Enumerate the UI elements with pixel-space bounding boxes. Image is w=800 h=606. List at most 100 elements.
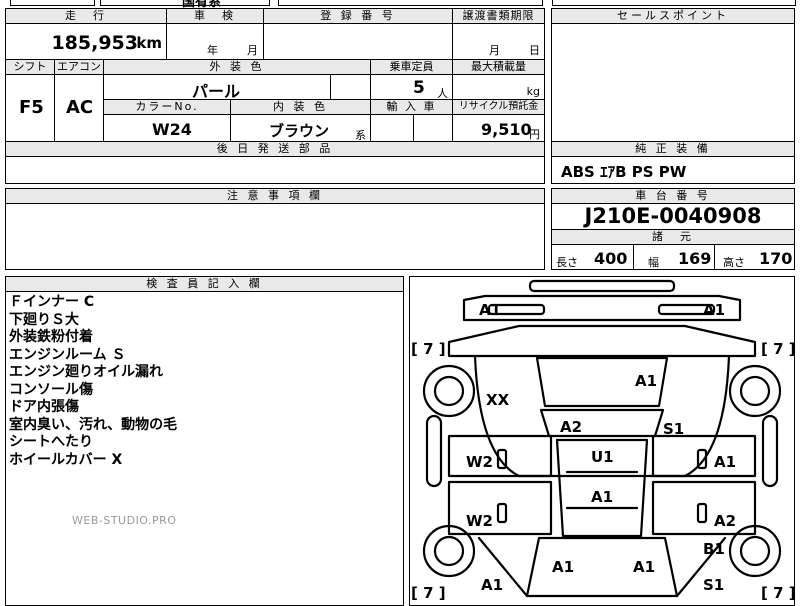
shift-cell: F5	[5, 74, 55, 142]
transfer-month: 月	[489, 44, 500, 57]
inspector-note: 外装鉄粉付着	[9, 329, 93, 345]
max-load-header: 最大積載量	[452, 59, 545, 75]
recycle-header: リサイクル預託金	[452, 99, 545, 115]
damage-label: A1	[635, 372, 657, 390]
damage-label: A2	[560, 418, 582, 436]
spec-width-value: 169	[678, 249, 712, 268]
bracket-label: [ 7 ]	[761, 340, 795, 358]
inspector-note: Ｆインナー C	[9, 294, 95, 310]
capacity-cell: 5 人	[370, 74, 453, 100]
front-right-door-shape	[651, 434, 757, 478]
exterior-header: 外 装 色	[103, 59, 371, 75]
damage-label: S1	[663, 420, 684, 438]
aircon-value: AC	[66, 97, 94, 118]
inspector-note: エンジンルーム Ｓ	[9, 346, 126, 363]
front-left-wheel-shape	[422, 364, 476, 418]
top-partial-box-1	[10, 0, 95, 6]
top-partial-box-3	[278, 0, 543, 6]
inspector-note: エンジン廻りオイル漏れ	[9, 364, 163, 380]
damage-label: A1	[714, 453, 736, 471]
rear-left-door-shape	[447, 480, 553, 536]
damage-label: A1	[479, 301, 501, 319]
chassis-number: J210E-0040908	[584, 204, 762, 228]
left-step-shape	[425, 414, 443, 488]
damage-label: A2	[714, 512, 736, 530]
import-cell-2	[413, 114, 453, 142]
inspector-header: 検 査 員 記 入 欄	[5, 276, 404, 292]
hood-shape	[447, 324, 757, 358]
shift-value: F5	[19, 97, 44, 118]
inspection-cell: 年 月	[166, 23, 264, 60]
color-no-cell: W24	[103, 114, 231, 142]
inspector-note: シートへたり	[9, 434, 93, 450]
front-left-door-shape	[447, 434, 553, 478]
inspector-notes: Ｆインナー C 下廻りＳ大 外装鉄粉付着 エンジンルーム Ｓ エンジン廻りオイル…	[9, 294, 177, 469]
registration-cell	[263, 23, 453, 60]
aircon-header: エアコン	[54, 59, 104, 75]
mileage-value: 185,953	[51, 32, 138, 54]
spec-length-label: 長さ	[556, 256, 578, 269]
inspector-note: ドア内張傷	[9, 399, 79, 415]
registration-header: 登 録 番 号	[263, 8, 453, 24]
color-no-header: カラーNo.	[103, 99, 231, 115]
roof-rack-shape	[528, 279, 676, 293]
spec-width-label: 幅	[648, 256, 659, 269]
transfer-cell: 月 日	[452, 23, 545, 60]
max-load-unit: kg	[526, 85, 540, 98]
damage-label: A1	[552, 558, 574, 576]
recycle-cell: 9,510 円	[452, 114, 545, 142]
bracket-label: [ 7 ]	[761, 584, 795, 600]
mileage-unit: km	[136, 34, 162, 52]
shift-header: シフト	[5, 59, 55, 75]
inspection-month: 月	[247, 44, 258, 57]
sales-point-box	[551, 8, 795, 184]
damage-label: A1	[481, 576, 503, 594]
inspector-note: 室内臭い、汚れ、動物の毛	[9, 416, 178, 433]
interior-header: 内 装 色	[230, 99, 371, 115]
top-partial-box-4	[552, 0, 796, 6]
exterior-cell: パール	[103, 74, 331, 101]
equipment-value: ABS ｴｱB PS PW	[561, 163, 687, 181]
max-load-cell: kg	[452, 74, 545, 100]
spec-height-label: 高さ	[723, 256, 745, 269]
exterior-extra-cell	[330, 74, 371, 100]
car-diagram: [ 7 ] [ 7 ] [ 7 ] [ 7 ] A1 A1 A1 XX A2 S…	[411, 279, 795, 600]
capacity-value: 5	[413, 78, 425, 98]
damage-label: XX	[486, 391, 510, 409]
inspector-note: ホイールカバー X	[9, 451, 123, 468]
capacity-header: 乗車定員	[370, 59, 453, 75]
transfer-header: 譲渡書類期限	[452, 8, 545, 24]
mileage-cell: 185,953 km	[5, 23, 167, 60]
damage-label: B1	[703, 540, 725, 558]
damage-label: S1	[703, 576, 724, 594]
aircon-cell: AC	[54, 74, 104, 142]
right-step-shape	[761, 414, 779, 488]
color-no-value: W24	[152, 120, 192, 139]
import-cell-1	[370, 114, 414, 142]
damage-label: W2	[466, 512, 493, 530]
equipment-header: 純 正 装 備	[551, 141, 795, 157]
sales-point-header: セールスポイント	[551, 8, 795, 24]
front-right-wheel-shape	[728, 364, 782, 418]
transfer-day: 日	[529, 44, 540, 57]
front-bumper-shape	[462, 294, 742, 322]
rear-right-door-shape	[651, 480, 757, 536]
recycle-value: 9,510	[481, 120, 532, 139]
import-header: 輸 入 車	[370, 99, 453, 115]
specs-header: 諸 元	[551, 229, 795, 245]
spec-width-cell: 幅 169	[633, 244, 715, 270]
spec-height-cell: 高さ 170	[714, 244, 795, 270]
damage-label: A1	[633, 558, 655, 576]
damage-label: A1	[591, 488, 613, 506]
bracket-label: [ 7 ]	[411, 340, 446, 358]
spec-length-cell: 長さ 400	[551, 244, 634, 270]
damage-label: A1	[703, 301, 725, 319]
damage-label: W2	[466, 453, 493, 471]
mileage-header: 走 行	[5, 8, 167, 24]
later-parts-cell	[5, 156, 545, 184]
inspection-header: 車 検	[166, 8, 264, 24]
recycle-unit: 円	[529, 128, 540, 141]
spec-length-value: 400	[594, 249, 628, 268]
inspector-note: コンソール傷	[9, 381, 93, 398]
inspection-year: 年	[207, 44, 218, 57]
